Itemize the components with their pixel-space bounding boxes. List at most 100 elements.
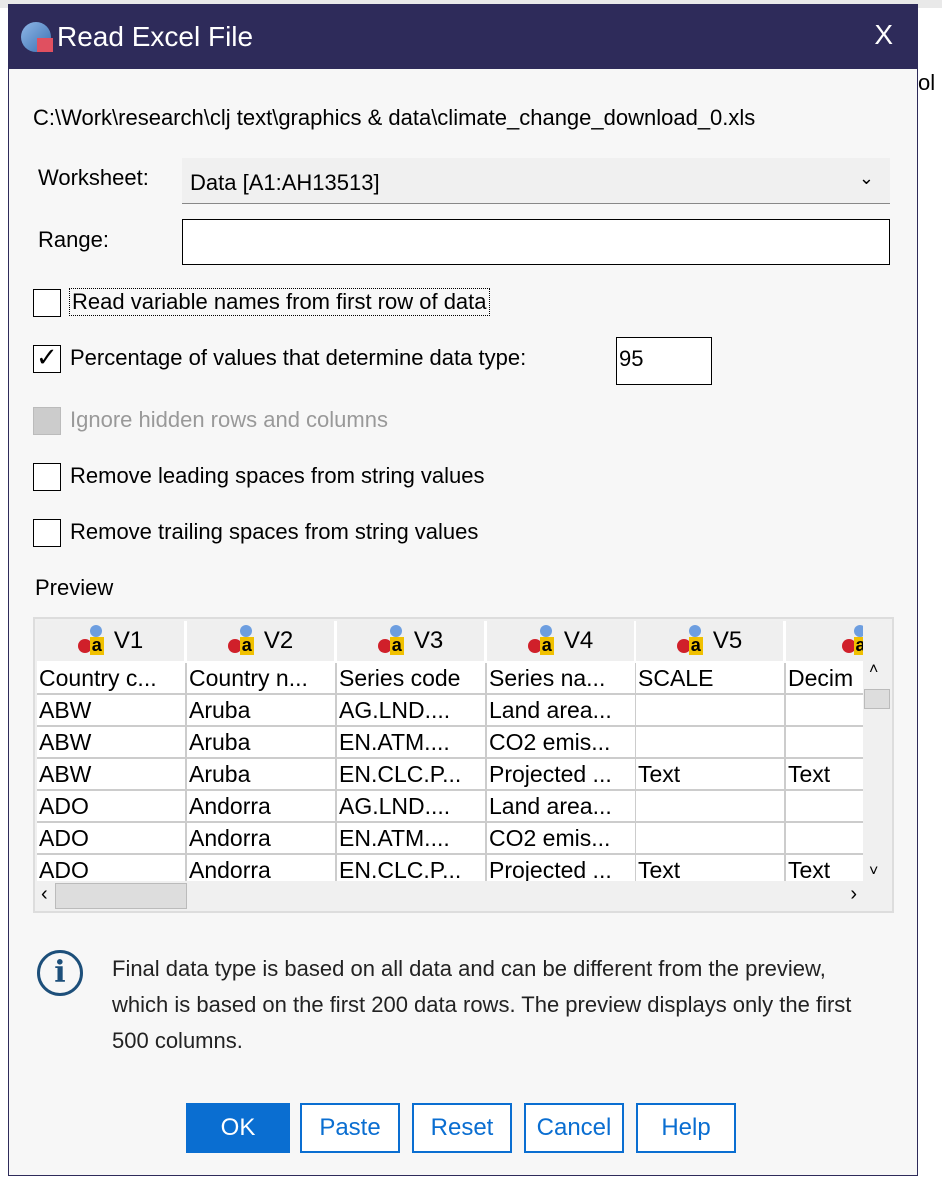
table-cell [786,695,863,727]
string-variable-icon: a [377,625,410,657]
header-cell: Country c... [37,663,187,695]
column-header-label: V2 [263,627,294,654]
table-cell: ADO [37,823,187,855]
column-header[interactable]: a V4 [487,621,634,661]
table-cell: Andorra [187,823,337,855]
scroll-up-icon[interactable]: ˄ [869,661,878,679]
column-header-label: V1 [113,627,144,654]
column-header-label: V4 [563,627,594,654]
table-cell [786,727,863,759]
string-variable-icon: a [527,625,560,657]
range-input[interactable] [182,219,890,265]
table-cell: Text [636,759,786,791]
column-header-label: V5 [712,627,743,654]
file-path: C:\Work\research\clj text\graphics & dat… [33,105,756,130]
table-cell [786,791,863,823]
range-label: Range: [38,227,109,252]
scroll-right-icon[interactable]: › [850,883,857,906]
read-variable-names-label[interactable]: Read variable names from first row of da… [69,288,490,316]
header-cell: Series na... [487,663,637,695]
table-cell: Text [786,759,863,791]
table-cell: Aruba [187,695,337,727]
table-cell [636,695,786,727]
table-cell [786,823,863,855]
table-cell: Land area... [487,791,637,823]
worksheet-label: Worksheet: [38,165,149,190]
worksheet-select[interactable]: Data [A1:AH13513] ⌄ [182,158,890,204]
ignore-hidden-label: Ignore hidden rows and columns [70,407,388,432]
scroll-down-icon[interactable]: ˅ [869,863,878,881]
read-variable-names-checkbox[interactable] [33,289,61,317]
table-cell: Aruba [187,759,337,791]
table-cell: Land area... [487,695,637,727]
help-button[interactable]: Help [636,1103,736,1153]
preview-grid: aV1aV2aV3aV4aV5aCountry c...Country n...… [37,621,863,881]
column-header[interactable]: a [786,621,863,661]
column-header[interactable]: a V3 [337,621,484,661]
preview-label: Preview [35,575,114,600]
table-cell [636,791,786,823]
table-cell: EN.CLC.P... [337,759,487,791]
horizontal-scroll-thumb[interactable] [55,883,187,909]
table-cell: Text [786,855,863,881]
worksheet-value: Data [A1:AH13513] [190,170,380,195]
remove-leading-label[interactable]: Remove leading spaces from string values [70,463,485,489]
dialog-title: Read Excel File [57,21,254,52]
table-cell: Projected ... [487,759,637,791]
column-header[interactable]: a V1 [37,621,184,661]
column-header-label: V3 [413,627,444,654]
percentage-input[interactable]: 95 [616,337,712,385]
vertical-scrollbar[interactable]: ˄ ˅ [863,661,891,881]
percentage-label[interactable]: Percentage of values that determine data… [70,345,526,371]
table-cell: EN.CLC.P... [337,855,487,881]
title-bar: Read Excel File X [9,5,917,69]
table-cell [636,823,786,855]
horizontal-scrollbar[interactable]: ‹ › [37,881,863,911]
table-cell [636,727,786,759]
remove-trailing-label[interactable]: Remove trailing spaces from string value… [70,519,478,545]
header-cell: Series code [337,663,487,695]
background-text: ol [918,70,936,95]
table-cell: Andorra [187,791,337,823]
percentage-checkbox[interactable] [33,342,61,373]
table-cell: AG.LND.... [337,791,487,823]
read-excel-dialog: Read Excel File X C:\Work\research\clj t… [8,4,918,1176]
table-cell: Projected ... [487,855,637,881]
paste-button[interactable]: Paste [300,1103,400,1153]
table-cell: EN.ATM.... [337,727,487,759]
app-icon [21,22,53,52]
table-cell: Andorra [187,855,337,881]
table-cell: CO2 emis... [487,727,637,759]
table-cell: ABW [37,695,187,727]
table-cell: CO2 emis... [487,823,637,855]
table-cell: Text [636,855,786,881]
vertical-scroll-thumb[interactable] [864,689,890,709]
preview-table: aV1aV2aV3aV4aV5aCountry c...Country n...… [33,617,894,913]
cancel-button[interactable]: Cancel [524,1103,624,1153]
info-icon: i [37,950,83,996]
info-text: Final data type is based on all data and… [112,956,852,1053]
string-variable-icon: a [227,625,260,657]
ok-button[interactable]: OK [186,1103,290,1153]
table-cell: ADO [37,855,187,881]
reset-button[interactable]: Reset [412,1103,512,1153]
remove-trailing-checkbox[interactable] [33,519,61,547]
table-cell: Aruba [187,727,337,759]
header-cell: Country n... [187,663,337,695]
string-variable-icon: a [77,625,110,657]
table-cell: ABW [37,759,187,791]
table-cell: ABW [37,727,187,759]
ignore-hidden-checkbox [33,407,61,435]
scroll-left-icon[interactable]: ‹ [41,883,48,906]
remove-leading-checkbox[interactable] [33,463,61,491]
header-cell: SCALE [636,663,786,695]
close-icon[interactable]: X [874,19,893,51]
chevron-down-icon: ⌄ [858,168,874,188]
column-header[interactable]: a V5 [636,621,783,661]
table-cell: ADO [37,791,187,823]
header-cell: Decim [786,663,863,695]
table-cell: EN.ATM.... [337,823,487,855]
column-header[interactable]: a V2 [187,621,334,661]
table-cell: AG.LND.... [337,695,487,727]
string-variable-icon: a [676,625,709,657]
